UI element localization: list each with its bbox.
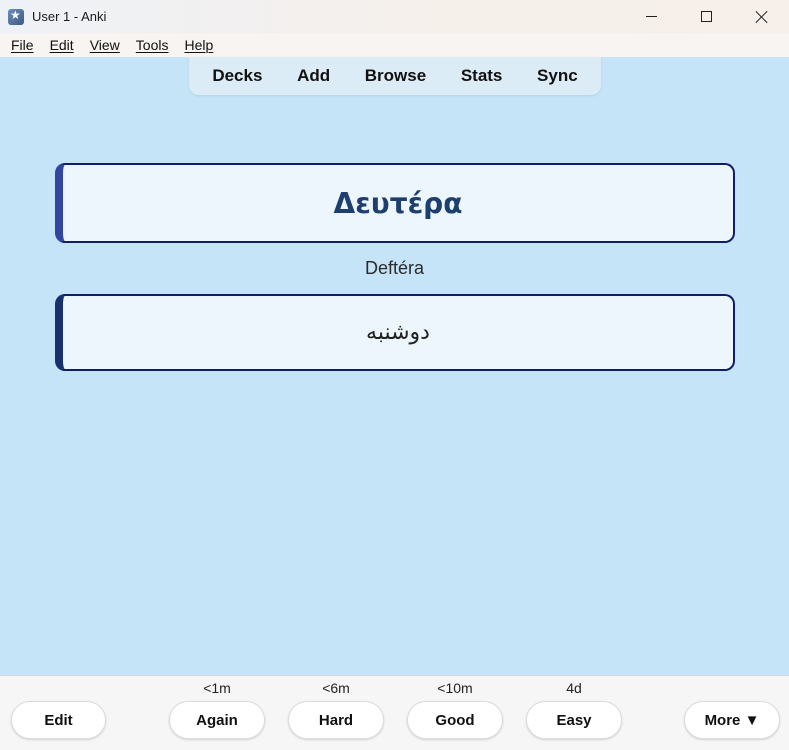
maximize-icon [701,11,712,22]
nav-browse[interactable]: Browse [355,66,436,86]
nav-decks[interactable]: Decks [202,66,272,86]
nav-stats[interactable]: Stats [451,66,513,86]
menu-bar: File Edit View Tools Help [0,33,789,57]
window-controls [624,0,789,33]
anki-app-icon [8,8,24,25]
menu-edit[interactable]: Edit [42,37,82,53]
card-front-box: Δευτέρα [55,163,735,243]
window-title: User 1 - Anki [32,9,107,24]
card-transliteration: Deftéra [364,258,425,278]
card-back-text: دوشنبه [366,320,430,345]
close-icon [755,10,769,24]
menu-help[interactable]: Help [176,37,221,53]
nav-sync[interactable]: Sync [527,66,588,86]
card-front-text: Δευτέρα [333,186,463,220]
again-interval: <1m [203,680,231,696]
top-navigation: Decks Add Browse Stats Sync [189,57,601,95]
minimize-icon [646,16,657,17]
close-button[interactable] [734,0,789,33]
good-interval: <10m [437,680,473,696]
again-button[interactable]: Again [169,701,265,739]
review-bottom-bar: Edit <1m Again <6m Hard <10m Good 4d Eas… [0,675,789,750]
minimize-button[interactable] [624,0,679,33]
good-button[interactable]: Good [407,701,503,739]
menu-tools[interactable]: Tools [128,37,177,53]
hard-button[interactable]: Hard [288,701,384,739]
maximize-button[interactable] [679,0,734,33]
menu-file[interactable]: File [3,37,42,53]
card-back-box: دوشنبه [55,294,735,371]
hard-interval: <6m [322,680,350,696]
title-bar: User 1 - Anki [0,0,789,33]
more-button[interactable]: More ▼ [684,701,780,739]
edit-button[interactable]: Edit [11,701,106,739]
nav-add[interactable]: Add [287,66,340,86]
easy-interval: 4d [566,680,582,696]
menu-view[interactable]: View [82,37,128,53]
easy-button[interactable]: Easy [526,701,622,739]
